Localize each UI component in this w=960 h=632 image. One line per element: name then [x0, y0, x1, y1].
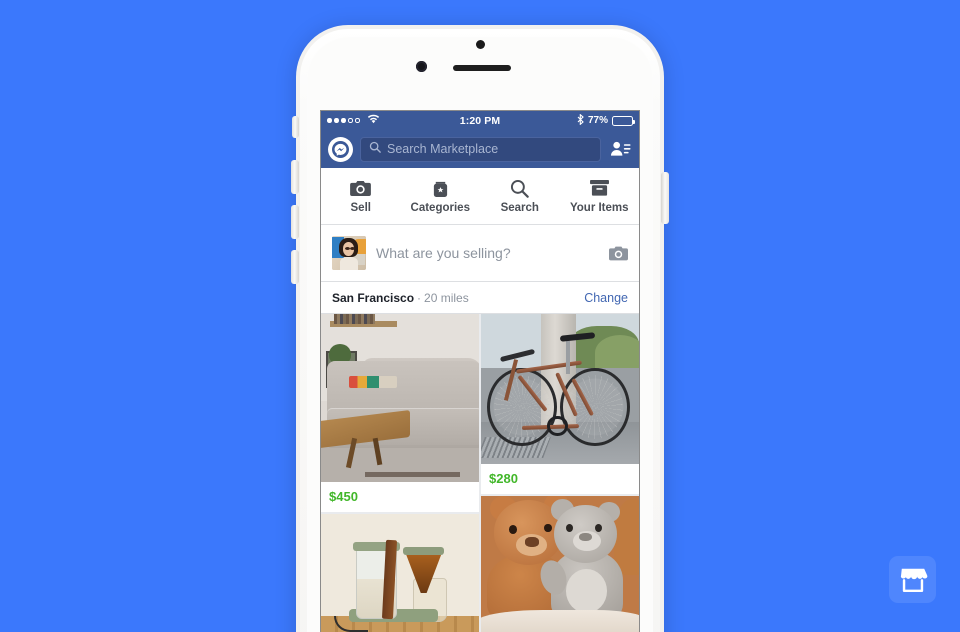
marketplace-storefront-icon	[900, 568, 927, 592]
tab-search-label: Search	[500, 202, 539, 214]
proximity-sensor-icon	[476, 40, 485, 49]
search-icon	[369, 140, 381, 158]
listing-price: $280	[489, 471, 518, 486]
friend-requests-icon[interactable]	[608, 137, 632, 161]
listing-card[interactable]: $450	[321, 314, 479, 512]
search-placeholder-label: Search Marketplace	[387, 142, 499, 156]
screenshot-stage: 1:20 PM 77% Search Marketplace Sell Cate…	[0, 0, 960, 632]
tab-categories-label: Categories	[410, 202, 470, 214]
status-bar: 1:20 PM 77%	[321, 111, 639, 130]
avatar[interactable]	[332, 236, 366, 270]
bluetooth-icon	[577, 113, 584, 128]
category-star-icon	[432, 178, 449, 198]
location-radius-label: 20 miles	[424, 290, 469, 305]
box-icon	[589, 178, 609, 198]
tab-sell-label: Sell	[350, 202, 371, 214]
listing-card[interactable]	[321, 514, 479, 632]
volume-extra-button[interactable]	[291, 250, 299, 284]
camera-icon[interactable]	[609, 245, 628, 262]
app-nav-bar: Search Marketplace	[321, 130, 639, 168]
listing-column-right: $280	[481, 314, 639, 632]
phone-screen: 1:20 PM 77% Search Marketplace Sell Cate…	[321, 111, 639, 632]
tab-search[interactable]: Search	[480, 168, 560, 224]
status-right: 77%	[577, 113, 635, 128]
listing-grid: $450 $280	[321, 314, 639, 632]
tab-your-items[interactable]: Your Items	[560, 168, 640, 224]
tab-your-items-label: Your Items	[569, 202, 629, 214]
listing-card[interactable]	[481, 496, 639, 632]
listing-photo-teddy-bears[interactable]	[481, 496, 639, 632]
status-composer[interactable]: What are you selling?	[321, 225, 639, 282]
battery-percent-label: 77%	[587, 115, 608, 126]
composer-prompt-label: What are you selling?	[376, 245, 511, 261]
messenger-icon[interactable]	[328, 136, 353, 162]
front-camera-icon	[416, 61, 427, 72]
listing-card[interactable]: $280	[481, 314, 639, 494]
search-input[interactable]: Search Marketplace	[360, 136, 601, 162]
volume-up-button[interactable]	[291, 160, 299, 194]
battery-icon	[612, 115, 635, 126]
listing-photo-sofa[interactable]	[321, 314, 479, 482]
power-button[interactable]	[661, 172, 669, 224]
listing-photo-coffee-maker[interactable]	[321, 514, 479, 632]
change-location-link[interactable]: Change	[584, 291, 628, 305]
earpiece-speaker	[453, 65, 511, 71]
location-bar: San Francisco · 20 miles Change	[321, 282, 639, 314]
tab-sell[interactable]: Sell	[321, 168, 401, 224]
listing-photo-bicycle[interactable]	[481, 314, 639, 464]
listing-column-left: $450	[321, 314, 479, 632]
marketplace-tab-row: Sell Categories Search Your Items	[321, 168, 639, 225]
volume-down-button[interactable]	[291, 205, 299, 239]
tab-categories[interactable]: Categories	[401, 168, 481, 224]
silent-switch[interactable]	[292, 116, 299, 138]
listing-price: $450	[329, 489, 358, 504]
magnifier-icon	[510, 178, 530, 198]
location-city-label: San Francisco	[332, 290, 415, 305]
camera-icon	[350, 178, 372, 198]
location-separator: ·	[417, 290, 422, 305]
marketplace-brand-badge	[889, 556, 936, 603]
